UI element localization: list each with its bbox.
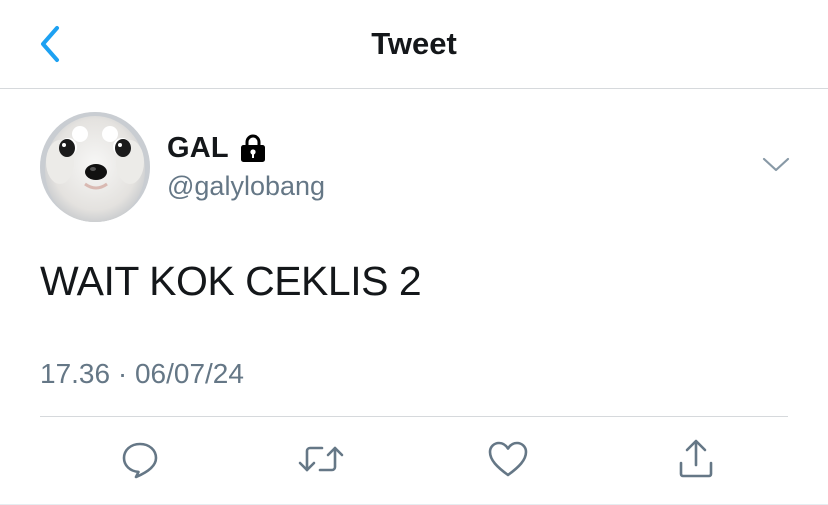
share-button[interactable]	[673, 436, 719, 482]
dog-avatar-image	[40, 112, 150, 222]
author-name-row[interactable]: GAL	[167, 130, 267, 166]
lock-icon	[239, 133, 267, 163]
user-handle[interactable]: @galylobang	[167, 171, 325, 202]
comment-icon[interactable]	[120, 439, 160, 479]
retweet-icon[interactable]	[298, 439, 344, 479]
tweet-menu-button[interactable]	[762, 153, 790, 177]
retweet-button[interactable]	[298, 436, 344, 482]
reply-button[interactable]	[117, 436, 163, 482]
display-name[interactable]: GAL	[167, 132, 229, 165]
page-title: Tweet	[371, 26, 457, 61]
top-nav-bar: Tweet	[0, 0, 828, 89]
chevron-down-icon[interactable]	[762, 157, 790, 173]
tweet-text: WAIT KOK CEKLIS 2	[40, 258, 422, 304]
share-icon[interactable]	[676, 438, 716, 480]
tweet-timestamp[interactable]: 17.36 · 06/07/24	[40, 358, 244, 390]
divider	[40, 416, 788, 417]
heart-icon[interactable]	[487, 439, 529, 479]
avatar[interactable]	[40, 112, 150, 222]
like-button[interactable]	[485, 436, 531, 482]
